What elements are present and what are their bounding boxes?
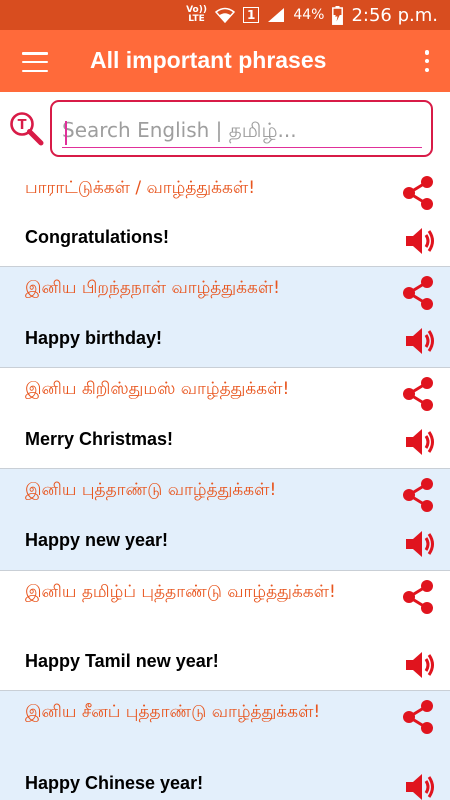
search-field[interactable] (50, 100, 433, 157)
english-phrase: Happy birthday! (25, 328, 163, 348)
tamil-phrase: பாராட்டுக்கள் / வாழ்த்துக்கள்! (25, 178, 256, 198)
speaker-icon[interactable] (404, 649, 438, 681)
tamil-phrase: இனிய கிறிஸ்துமஸ் வாழ்த்துக்கள்! (25, 379, 290, 399)
translate-search-icon[interactable]: T (8, 110, 44, 146)
battery-charging-icon (332, 5, 344, 25)
signal-icon (268, 8, 285, 22)
status-bar: Vo)) LTE 1 44% 2:56 p.m. (0, 0, 450, 30)
speaker-icon[interactable] (404, 528, 438, 560)
phrase-list[interactable]: பாராட்டுக்கள் / வாழ்த்துக்கள்! Congratul… (0, 167, 450, 800)
sim-slot-badge: 1 (242, 7, 260, 23)
phrase-item[interactable]: இனிய தமிழ்ப் புத்தாண்டு வாழ்த்துக்கள்! H… (0, 571, 450, 691)
search-input[interactable] (62, 112, 422, 148)
phrase-item[interactable]: இனிய சீனப் புத்தாண்டு வாழ்த்துக்கள்! Hap… (0, 691, 450, 800)
tamil-phrase: இனிய பிறந்தநாள் வாழ்த்துக்கள்! (25, 278, 280, 298)
share-icon[interactable] (400, 477, 436, 513)
phrase-item[interactable]: இனிய பிறந்தநாள் வாழ்த்துக்கள்! Happy bir… (0, 267, 450, 368)
english-phrase: Happy new year! (25, 530, 169, 550)
speaker-icon[interactable] (404, 325, 438, 357)
lte-label: LTE (188, 14, 205, 24)
speaker-icon[interactable] (404, 426, 438, 458)
share-icon[interactable] (400, 699, 436, 735)
menu-icon[interactable] (22, 52, 48, 72)
phrase-item[interactable]: இனிய புத்தாண்டு வாழ்த்துக்கள்! Happy new… (0, 469, 450, 571)
app-bar: All important phrases (0, 30, 450, 92)
speaker-icon[interactable] (404, 225, 438, 257)
search-bar: T (0, 92, 450, 167)
battery-percentage: 44% (293, 7, 325, 23)
share-icon[interactable] (400, 376, 436, 412)
volte-indicator: Vo)) LTE (186, 6, 207, 24)
share-icon[interactable] (400, 175, 436, 211)
share-icon[interactable] (400, 275, 436, 311)
tamil-phrase: இனிய புத்தாண்டு வாழ்த்துக்கள்! (25, 480, 277, 500)
speaker-icon[interactable] (404, 771, 438, 800)
english-phrase: Happy Chinese year! (25, 773, 204, 793)
english-phrase: Merry Christmas! (25, 429, 174, 449)
wifi-icon (214, 7, 235, 23)
clock: 2:56 p.m. (351, 4, 438, 26)
english-phrase: Happy Tamil new year! (25, 651, 219, 671)
page-title: All important phrases (90, 47, 327, 73)
phrase-item[interactable]: இனிய கிறிஸ்துமஸ் வாழ்த்துக்கள்! Merry Ch… (0, 368, 450, 469)
tamil-phrase: இனிய சீனப் புத்தாண்டு வாழ்த்துக்கள்! (25, 702, 321, 722)
tamil-phrase: இனிய தமிழ்ப் புத்தாண்டு வாழ்த்துக்கள்! (25, 582, 336, 602)
share-icon[interactable] (400, 579, 436, 615)
text-cursor (65, 121, 67, 145)
phrase-item[interactable]: பாராட்டுக்கள் / வாழ்த்துக்கள்! Congratul… (0, 167, 450, 267)
svg-text:T: T (18, 118, 27, 133)
english-phrase: Congratulations! (25, 227, 169, 247)
more-options-icon[interactable] (424, 50, 430, 72)
